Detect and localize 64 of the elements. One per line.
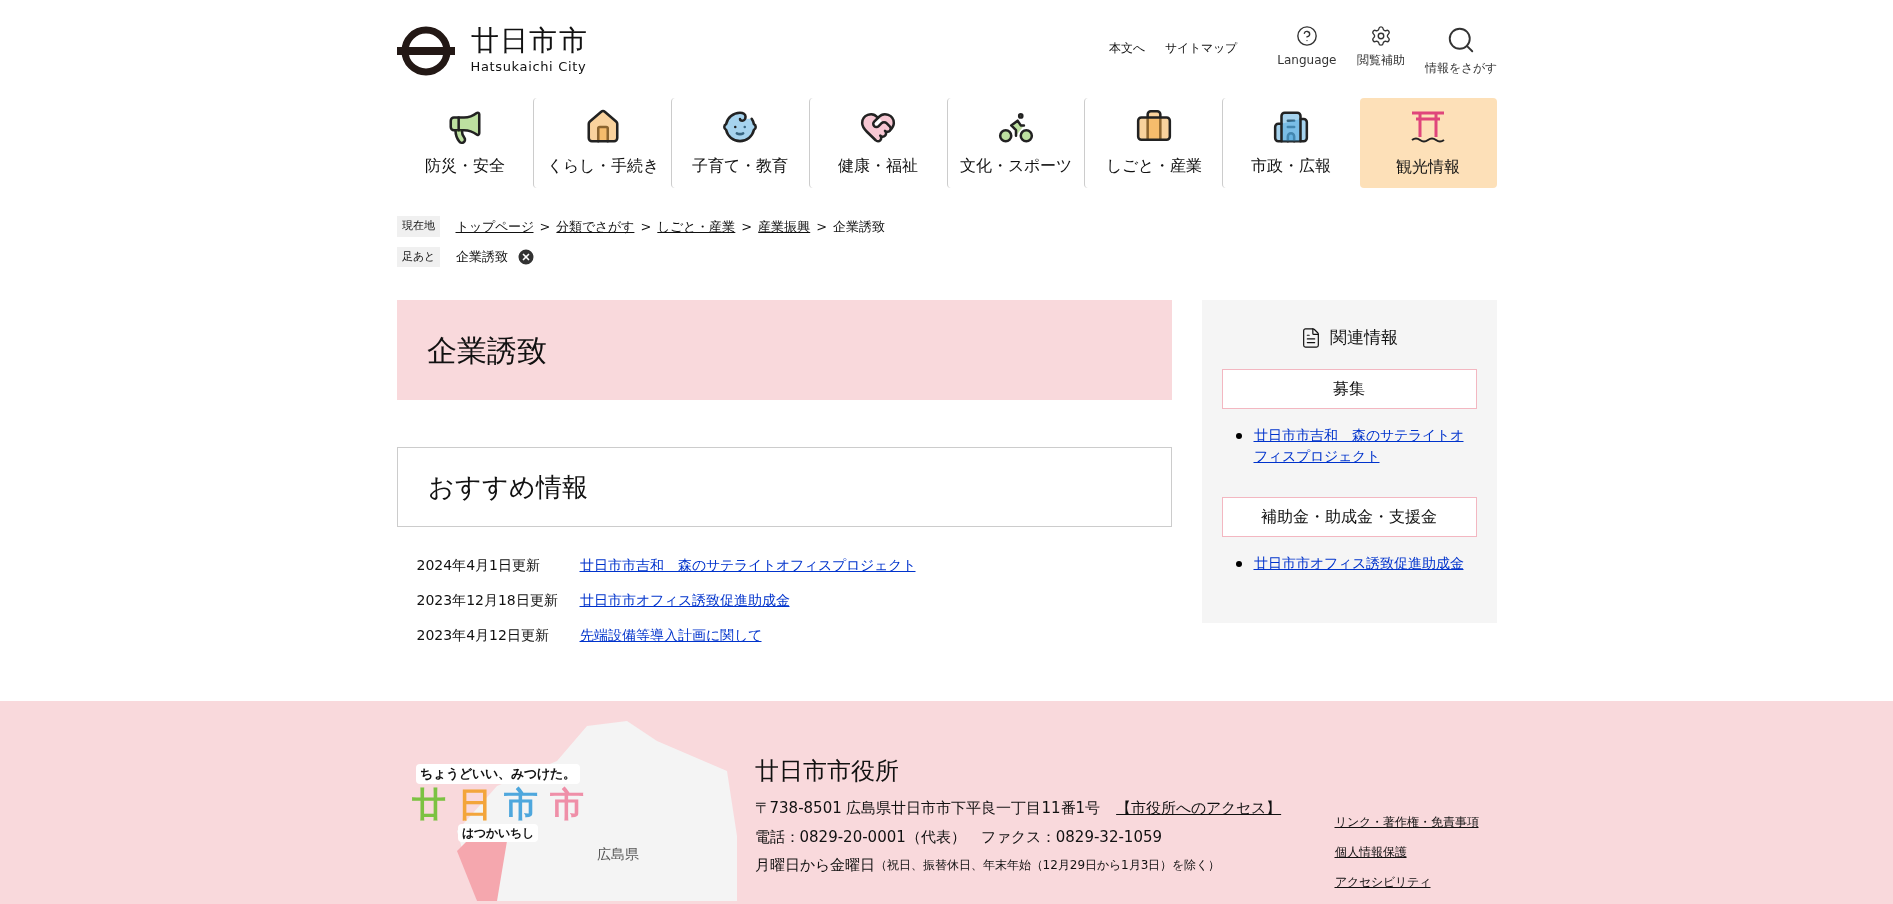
logo-subtitle: Hatsukaichi City: [470, 58, 588, 77]
nav-tab[interactable]: 健康・福祉: [808, 98, 947, 188]
access-link[interactable]: 【市役所へのアクセス】: [1116, 797, 1282, 820]
footer-link[interactable]: アクセシビリティ: [1334, 873, 1479, 891]
logo-icon: [396, 25, 455, 77]
recommended-heading: おすすめ情報: [396, 447, 1172, 527]
article-link[interactable]: 廿日市市オフィス誘致促進助成金: [579, 590, 790, 611]
page-title: 企業誘致: [396, 300, 1172, 400]
header-link[interactable]: サイトマップ: [1165, 39, 1238, 57]
help-bubble-icon: [1295, 25, 1318, 47]
nav-tab[interactable]: 文化・スポーツ: [946, 98, 1085, 188]
header-link[interactable]: 本文へ: [1109, 39, 1146, 57]
sidebar-section-heading: 補助金・助成金・支援金: [1221, 496, 1477, 537]
article-link[interactable]: 廿日市市吉和 森のサテライトオフィスプロジェクト: [579, 555, 916, 576]
map-label: 広島県: [596, 845, 639, 864]
sidebar-section-heading: 募集: [1221, 368, 1477, 409]
logo-character: 日: [457, 783, 492, 824]
update-date: 2023年12月18日更新: [416, 591, 559, 610]
nav-tab[interactable]: 防災・安全: [396, 98, 534, 188]
bullet-icon: [1235, 560, 1242, 567]
nav-tab[interactable]: 市政・広報: [1222, 98, 1360, 188]
office-name: 廿日市市役所: [754, 756, 900, 787]
logo-character: 廿: [411, 783, 446, 824]
footprint-link[interactable]: 企業誘致: [455, 247, 508, 267]
header-tool-button[interactable]: Language: [1277, 25, 1337, 77]
logo-character: 市: [503, 783, 538, 824]
office-address: 〒738-8501 広島県廿日市市下平良一丁目11番1号: [754, 798, 1101, 819]
office-phone: 電話：0829-20-0001（代表） ファクス：0829-32-1059: [754, 826, 1164, 848]
breadcrumb-link[interactable]: しごと・産業: [657, 216, 736, 236]
footer-link[interactable]: リンク・著作権・免責事項: [1334, 813, 1479, 831]
breadcrumb-link[interactable]: 分類でさがす: [556, 216, 635, 236]
nav-tab[interactable]: 子育て・教育: [671, 98, 809, 188]
update-date: 2024年4月1日更新: [416, 556, 541, 575]
breadcrumb-separator: >: [640, 217, 652, 236]
sidebar-link[interactable]: 廿日市市吉和 森のサテライトオフィスプロジェクト: [1253, 424, 1477, 467]
footprint-label: 足あと: [396, 246, 440, 267]
sidebar-link[interactable]: 廿日市市オフィス誘致促進助成金: [1253, 552, 1464, 574]
bullet-icon: [1235, 432, 1242, 439]
nav-tab[interactable]: しごと・産業: [1084, 98, 1222, 188]
breadcrumb-label: 現在地: [396, 216, 440, 237]
building-icon: [1272, 108, 1311, 146]
logo-title: 廿日市市: [470, 25, 589, 58]
nav-tab[interactable]: くらし・手続き: [533, 98, 671, 188]
nav-tab[interactable]: 観光情報: [1359, 98, 1497, 188]
update-date: 2023年4月12日更新: [416, 626, 550, 645]
breadcrumb-separator: >: [741, 217, 753, 236]
sidebar-title: 関連情報: [1330, 326, 1398, 349]
logo-reading: はつかいちし: [457, 823, 538, 842]
close-icon[interactable]: [515, 246, 536, 267]
breadcrumb-separator: >: [816, 217, 828, 236]
article-link[interactable]: 先端設備等導入計画に関して: [579, 625, 762, 646]
office-hours-note: （祝日、振替休日、年末年始（12月29日から1月3日）を除く）: [874, 857, 1221, 874]
header-tool-button[interactable]: 情報をさがす: [1424, 25, 1497, 77]
logo-tagline: ちょうどいい、みつけた。: [415, 764, 580, 784]
gears-icon: [1369, 25, 1392, 47]
logo-character: 市: [549, 783, 584, 824]
document-icon: [1300, 326, 1322, 349]
footer-link[interactable]: 個人情報保護: [1334, 843, 1479, 861]
breadcrumb-separator: >: [539, 217, 551, 236]
office-hours: 月曜日から金曜日: [754, 855, 875, 876]
header-tool-button[interactable]: 閲覧補助: [1356, 25, 1405, 77]
breadcrumb-current: 企業誘致: [833, 217, 886, 236]
breadcrumb-link[interactable]: トップページ: [455, 216, 534, 236]
breadcrumb-link[interactable]: 産業振興: [758, 216, 811, 236]
